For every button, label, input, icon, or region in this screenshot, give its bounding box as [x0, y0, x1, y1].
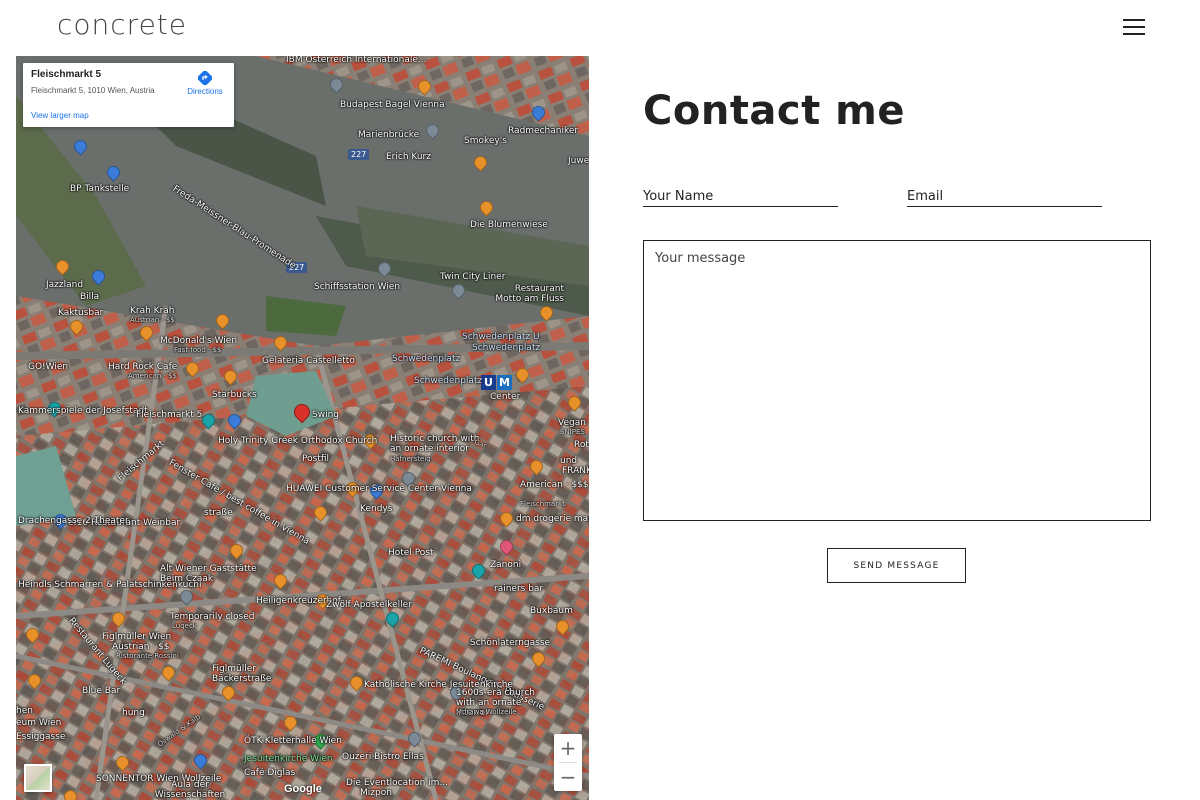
page-title: Contact me	[643, 88, 905, 134]
map-label: Gelateria Castelletto	[262, 356, 355, 366]
zoom-control: + −	[554, 734, 582, 791]
email-field[interactable]	[907, 186, 1102, 207]
hamburger-menu-icon[interactable]	[1123, 19, 1145, 37]
map-label: Twin City Liner	[440, 272, 506, 282]
google-logo: Google	[284, 783, 322, 795]
map-label: Fleischmarkt	[520, 500, 565, 508]
map-label: Essiggasse	[16, 732, 66, 742]
subway-u-icon: U	[481, 375, 496, 390]
map-label: Fast food · $$	[174, 346, 222, 354]
map-label: Die Eventlocation im...	[346, 778, 449, 788]
map-label: Rotenturmstraße	[574, 440, 589, 450]
map-label: Hard Rock Cafe	[108, 362, 178, 372]
map-label: Buxbaum	[530, 606, 573, 616]
map-label: GO!Wien	[28, 362, 69, 372]
map-label: Vegan	[558, 418, 586, 428]
map-label: SNIPES	[560, 428, 585, 436]
zoom-in-button[interactable]: +	[554, 734, 582, 762]
map-label: Kaktusbar	[58, 308, 104, 318]
map-label: Billa	[80, 292, 100, 302]
route-badge: 227	[348, 149, 370, 160]
map-label: Zanoni	[490, 560, 522, 570]
map-label: und	[560, 456, 578, 466]
map-label: FRANK'S American Restaurant & Bar	[562, 466, 589, 476]
directions-button[interactable]: Directions	[181, 71, 229, 96]
map-label: Schwedenplatz	[472, 343, 541, 353]
map-label: BP Tankstelle	[70, 184, 130, 194]
map-label: Holy Trinity Greek Orthodox Church	[218, 436, 378, 446]
map-label: Figlmüller Bäckerstraße	[212, 664, 272, 684]
subway-m-icon: M	[497, 375, 512, 390]
map-label: Jesuitenkirche Wien	[244, 754, 333, 764]
map-label: Ristorante Rossini	[116, 652, 179, 660]
directions-icon	[198, 71, 212, 85]
map-label: Aula der Wissenschaften	[154, 780, 226, 800]
map-label: Café Diglas	[244, 768, 296, 778]
map-label: Marienbrücke	[358, 130, 420, 140]
send-message-button[interactable]: SEND MESSAGE	[827, 548, 966, 583]
map-label: ÖTK-Kletterhalle Wien	[244, 736, 342, 746]
site-logo[interactable]: concrete	[57, 8, 187, 41]
map-label: Hotel Post	[388, 548, 434, 558]
map-label: Postfil	[302, 454, 329, 464]
map-label: Starbucks	[212, 390, 257, 400]
map-label: Radmechaniker	[508, 126, 579, 136]
map-label: Swing	[312, 410, 339, 420]
map-label: McDonald's Wien	[160, 336, 238, 346]
map-label: Figlmüller Wien	[102, 632, 172, 642]
embedded-map[interactable]: 227 227 U M IBM Österreich International…	[16, 56, 589, 800]
map-label: HUAWEI Customer Service Center Vienna	[286, 484, 472, 494]
map-label: Erich Kurz	[386, 152, 431, 162]
map-label: Schwedenplatz U	[462, 332, 540, 342]
map-type-toggle-button[interactable]	[24, 764, 52, 792]
message-field[interactable]	[643, 240, 1151, 521]
map-label: Die Blumenwiese	[470, 220, 548, 230]
zoom-out-button[interactable]: −	[554, 763, 582, 791]
map-label: Blue Bar	[82, 686, 121, 696]
map-label: Smokey's	[464, 136, 507, 146]
map-label: Schiffsstation Wien	[314, 282, 401, 292]
map-label: straße	[204, 508, 233, 518]
map-label: Lugeck	[172, 622, 197, 630]
map-label: rainers bar	[494, 584, 544, 594]
map-label: Krah Krah	[130, 306, 175, 316]
map-label: Juwe	[568, 156, 589, 166]
map-label: Historic church with an ornate interior	[390, 434, 480, 454]
map-label: Zwölf Apostelkeller	[326, 600, 412, 610]
map-label: Schwedenplatz	[414, 376, 483, 386]
map-label: American · $$$	[520, 480, 589, 490]
map-label: Kammerspiele der Josefstadt	[18, 406, 148, 416]
map-label: Hafnersteig	[390, 455, 431, 463]
map-label: dm drogerie markt	[516, 514, 589, 524]
map-label: Budapest Bagel Vienna	[340, 100, 445, 110]
map-label: Schwedenplatz	[392, 354, 461, 364]
map-label: Alt Wiener Gaststätte Beim Czaak	[160, 564, 257, 584]
map-label: Austrian · $$	[112, 642, 170, 652]
map-label: IBM Österreich Internationale...	[286, 56, 427, 65]
map-label: Drachengasse 2 Theater	[18, 516, 129, 526]
map-label: Jazzland	[46, 280, 84, 290]
map-label: Ouzeri Bistro Ellas	[342, 752, 424, 762]
map-label: Austrian · $$	[130, 316, 175, 324]
directions-label: Directions	[187, 87, 223, 96]
map-label: American · $$	[128, 372, 177, 380]
map-label: Kendys	[360, 504, 393, 514]
map-label: Restaurant Motto am Fluss	[495, 284, 564, 304]
view-larger-map-link[interactable]: View larger map	[31, 111, 89, 120]
map-label: hen	[16, 706, 33, 716]
map-info-card: Fleischmarkt 5 Fleischmarkt 5, 1010 Wien…	[23, 63, 234, 127]
map-label: Temporarily closed	[170, 612, 255, 622]
map-label: Mizpon	[360, 788, 392, 798]
map-label: Schönlaterngasse	[470, 638, 551, 648]
map-label: hung	[122, 708, 145, 718]
name-field[interactable]	[643, 186, 838, 207]
map-label: Fleischmarkt 5	[136, 410, 203, 420]
map-label: Center	[490, 392, 521, 402]
map-label: Morawa Wollzeile	[456, 708, 517, 716]
map-label: eum Wien	[16, 718, 62, 728]
